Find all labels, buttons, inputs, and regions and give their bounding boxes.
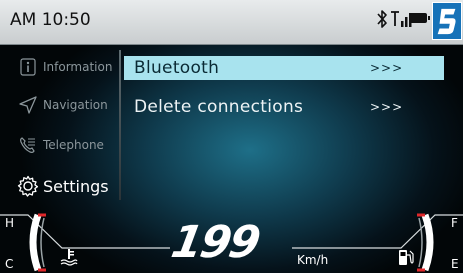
mode-5-badge-icon (432, 2, 462, 40)
status-bar: AM 10:50 (0, 0, 463, 45)
chevron-right-icon: >>> (370, 100, 404, 114)
sidebar-item-label: Telephone (43, 138, 104, 152)
menu-item-label: Bluetooth (134, 58, 220, 78)
menu-item-delete-connections[interactable]: Delete connections >>> (124, 95, 444, 119)
clock: AM 10:50 (10, 10, 91, 30)
coolant-temperature-icon (60, 249, 78, 266)
menu-item-bluetooth[interactable]: Bluetooth >>> (124, 56, 444, 80)
sidebar-divider (119, 50, 121, 200)
gear-icon (17, 175, 39, 197)
temp-high-label: H (5, 216, 15, 230)
sidebar-item-telephone[interactable]: Telephone (0, 126, 119, 164)
sidebar-menu: Information Navigation Telephone Setting… (0, 44, 119, 200)
sidebar-item-label: Information (43, 60, 113, 74)
sidebar-item-settings[interactable]: Settings (0, 167, 119, 205)
instrument-cluster: H C F E 199 Km/h (0, 210, 463, 273)
sidebar-item-label: Navigation (43, 98, 108, 112)
info-icon (17, 56, 39, 78)
phone-icon (17, 134, 39, 156)
dashboard-screen: AM 10:50 Information Navigation Telephon… (0, 0, 463, 273)
fuel-pump-icon (399, 250, 414, 265)
battery-icon (409, 13, 430, 23)
temperature-gauge (29, 213, 46, 272)
fuel-empty-label: E (451, 257, 459, 271)
navigation-arrow-icon (17, 94, 39, 116)
fuel-gauge (417, 213, 434, 272)
temp-low-label: C (5, 257, 14, 271)
fuel-full-label: F (451, 216, 458, 230)
sidebar-item-navigation[interactable]: Navigation (0, 86, 119, 124)
speed-readout: 199 (167, 217, 263, 268)
sidebar-item-label: Settings (43, 176, 109, 196)
menu-item-label: Delete connections (134, 97, 304, 117)
speed-unit: Km/h (297, 253, 329, 267)
sidebar-item-information[interactable]: Information (0, 48, 119, 86)
bluetooth-icon (377, 10, 387, 28)
chevron-right-icon: >>> (370, 61, 404, 75)
